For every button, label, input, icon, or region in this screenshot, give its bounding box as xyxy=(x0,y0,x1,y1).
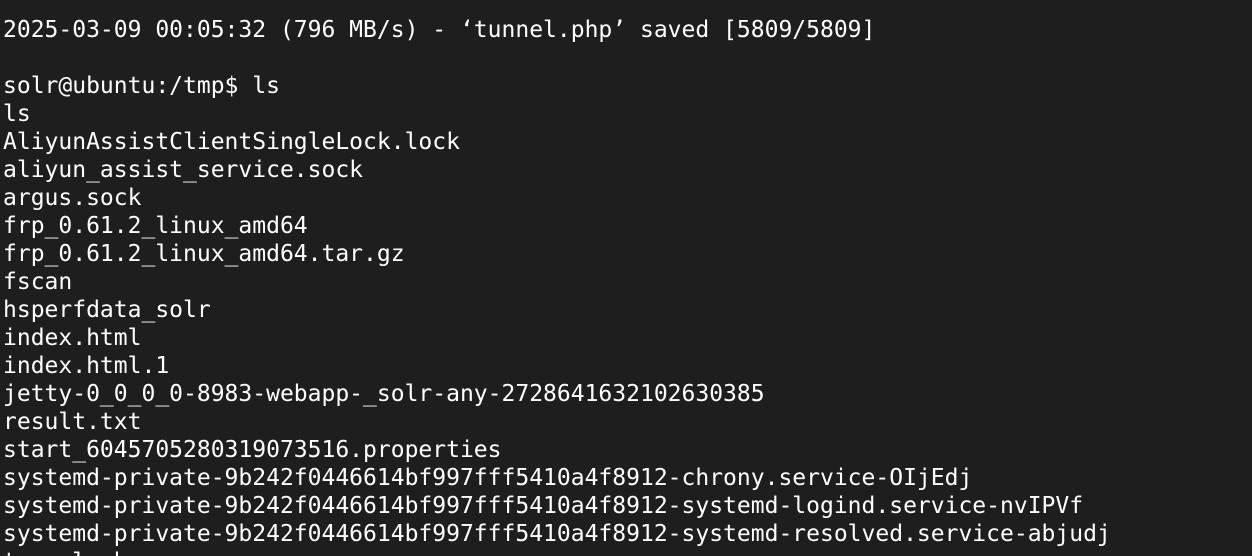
terminal-window[interactable]: 2025-03-09 00:05:32 (796 MB/s) - ‘tunnel… xyxy=(0,0,1252,556)
listing-entry: AliyunAssistClientSingleLock.lock xyxy=(3,129,460,155)
wget-status-line: 2025-03-09 00:05:32 (796 MB/s) - ‘tunnel… xyxy=(3,17,876,43)
listing-entry: systemd-private-9b242f0446614bf997fff541… xyxy=(3,521,1111,547)
listing-entry: hsperfdata_solr xyxy=(3,297,211,323)
listing-entry: systemd-private-9b242f0446614bf997fff541… xyxy=(3,465,973,491)
listing-entry: frp_0.61.2_linux_amd64 xyxy=(3,213,308,239)
listing-entry: aliyun_assist_service.sock xyxy=(3,157,364,183)
listing-entry: result.txt xyxy=(3,409,142,435)
shell-prompt: solr@ubuntu:/tmp$ xyxy=(3,73,253,99)
echoed-command: ls xyxy=(3,101,31,127)
listing-entry: fscan xyxy=(3,269,73,295)
listing-entry: systemd-private-9b242f0446614bf997fff541… xyxy=(3,493,1084,519)
prompt-line: solr@ubuntu:/tmp$ ls xyxy=(3,72,1252,100)
listing-entry: frp_0.61.2_linux_amd64.tar.gz xyxy=(3,241,405,267)
listing-entry-cut-off: tunnel.php xyxy=(3,548,1252,556)
listing-entry: index.html.1 xyxy=(3,353,170,379)
listing-entry: index.html xyxy=(3,325,142,351)
typed-command: ls xyxy=(252,73,280,99)
listing-entry: argus.sock xyxy=(3,185,142,211)
listing-entry: start_604570528031907351​6.properties xyxy=(3,437,502,463)
listing-entry: jetty-0_0_0_0-8983-webapp-_solr-any-2728… xyxy=(3,381,765,407)
